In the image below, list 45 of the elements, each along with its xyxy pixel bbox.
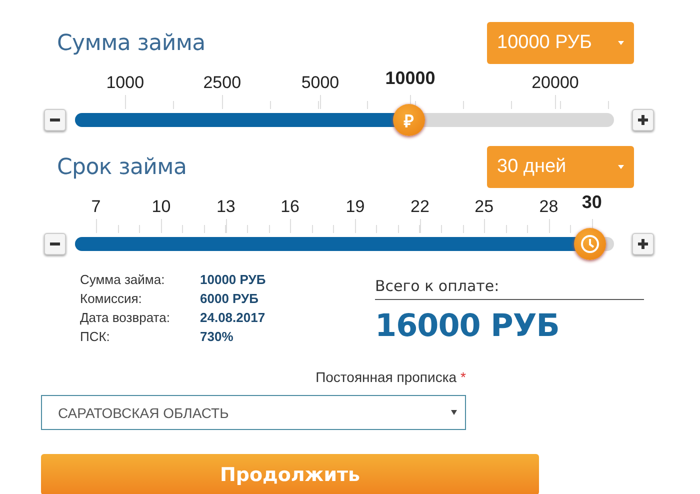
caret-icon	[618, 41, 624, 45]
caret-icon	[451, 410, 457, 415]
field-label: Постоянная прописка	[316, 369, 457, 387]
total-label: Всего к оплате:	[375, 271, 644, 300]
value-dropdown[interactable]: 10000 РУБ	[487, 22, 634, 64]
minus-button[interactable]	[44, 233, 66, 255]
value-dropdown[interactable]: 30 дней	[487, 146, 634, 188]
section-title: Срок займа	[57, 154, 187, 180]
total-amount: 16000 РУБ	[375, 308, 560, 344]
plus-button[interactable]	[632, 109, 654, 131]
summary-label: Комиссия:	[80, 290, 143, 307]
scale-label: 2500	[203, 73, 242, 93]
summary-label: Дата возврата:	[80, 309, 171, 326]
summary-label: Сумма займа:	[80, 271, 166, 288]
scale-label: 1000	[106, 73, 144, 93]
scale-label: 20000	[532, 73, 579, 93]
scale-label: 16	[280, 197, 300, 217]
summary-label: ПСК:	[80, 328, 111, 345]
scale-label: 10	[152, 197, 171, 217]
slider-thumb[interactable]	[574, 228, 606, 260]
continue-button[interactable]: Продолжить	[41, 454, 539, 494]
plus-icon	[638, 115, 648, 125]
scale-label: 7	[91, 197, 101, 217]
scale-label: 5000	[301, 73, 340, 93]
scale-label: 19	[346, 197, 365, 217]
summary-value: 24.08.2017	[200, 309, 266, 326]
region-select[interactable]: САРАТОВСКАЯ ОБЛАСТЬ	[41, 395, 466, 430]
caret-icon	[618, 165, 624, 169]
scale-label: 13	[216, 197, 236, 217]
scale-label: 25	[474, 197, 494, 217]
required-mark: *	[460, 369, 466, 387]
scale-label: 10000	[385, 68, 436, 89]
summary-value: 10000 РУБ	[200, 271, 267, 288]
summary-value: 6000 РУБ	[200, 290, 260, 307]
plus-icon	[638, 239, 648, 249]
scale-label: 22	[410, 197, 430, 217]
slider-thumb[interactable]: ₽	[393, 104, 426, 136]
scale-label: 30	[582, 192, 602, 213]
clock-icon	[580, 234, 600, 254]
section-title: Сумма займа	[57, 30, 206, 56]
minus-button[interactable]	[44, 109, 66, 131]
plus-button[interactable]	[632, 233, 654, 255]
slider-track[interactable]	[75, 113, 614, 127]
scale-label: 28	[539, 197, 558, 217]
summary-value: 730%	[200, 328, 234, 345]
